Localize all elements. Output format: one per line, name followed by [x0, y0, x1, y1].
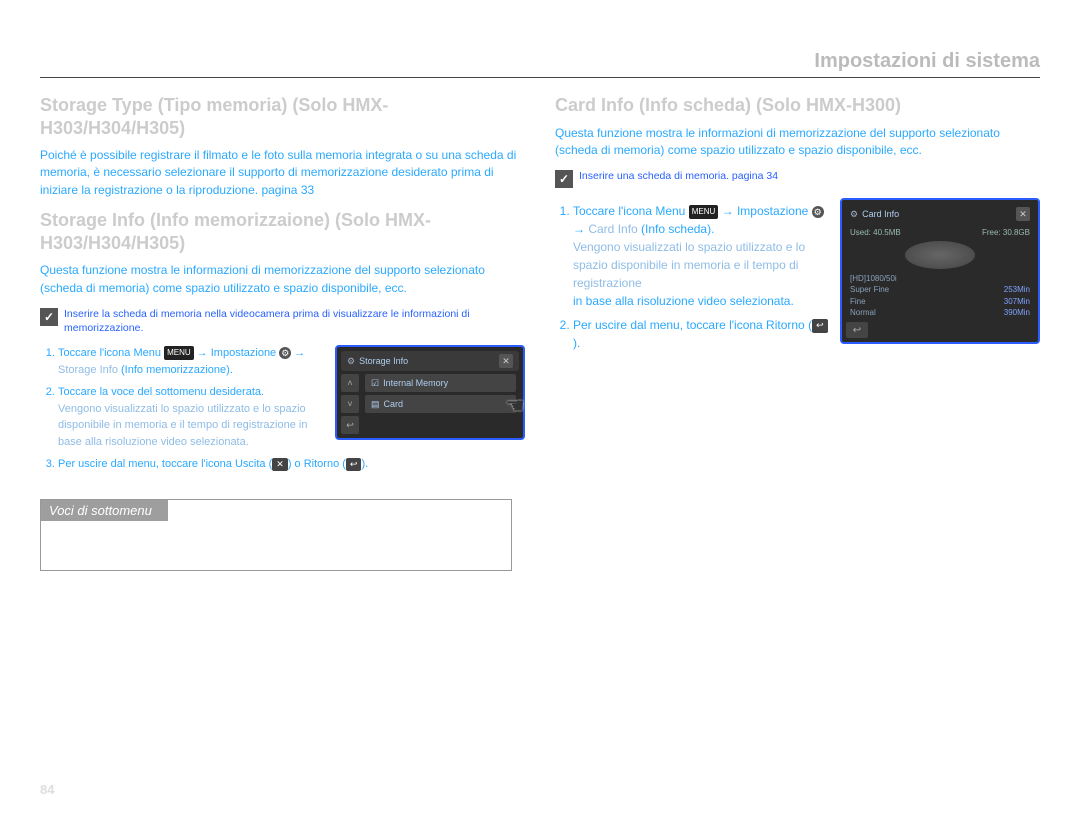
close-icon[interactable]: ✕ [1016, 207, 1030, 221]
card-info-screenshot: ⚙ Card Info ✕ Used: 40.5MB Free: 30.8GB … [840, 198, 1040, 344]
step-1-d: (Info memorizzazione). [121, 364, 233, 376]
return-icon: ↩ [346, 458, 362, 472]
step-2-sub: Vengono visualizzati lo spazio utilizzat… [58, 403, 307, 448]
row3-label: Fine [850, 296, 866, 307]
check-icon [555, 170, 573, 188]
row4-val: 390Min [1004, 308, 1030, 317]
step-1-d: (Info scheda). [641, 222, 714, 236]
menu-icon: MENU [689, 205, 719, 219]
row1-label: [HD]1080/50i [850, 273, 897, 284]
row4-label: Normal [850, 307, 876, 318]
option-card[interactable]: ▤ Card [365, 395, 516, 413]
check-icon: ☑ [371, 378, 379, 389]
step-1-sub: Vengono visualizzati lo spazio utilizzat… [573, 240, 805, 290]
free-label: Free: 30.8GB [982, 228, 1030, 237]
step-2-text: Per uscire dal menu, toccare l'icona Rit… [573, 318, 805, 332]
close-icon[interactable]: ✕ [499, 354, 513, 368]
step-1-a: Toccare l'icona Menu [573, 204, 685, 218]
note-text-left: Inserire la scheda di memoria nella vide… [64, 307, 525, 335]
return-icon: ↩ [812, 319, 828, 333]
gear-icon: ⚙ [850, 209, 858, 220]
gear-icon: ⚙ [812, 206, 824, 218]
step-1-c: Card Info [588, 222, 637, 236]
storage-type-description: Poiché è possibile registrare il filmato… [40, 147, 525, 199]
option-internal-memory-label: Internal Memory [383, 378, 448, 388]
ss-title-row: ⚙ Storage Info [347, 356, 408, 367]
note-insert-card-left: Inserire la scheda di memoria nella vide… [40, 307, 525, 335]
back-button[interactable]: ↩ [846, 322, 868, 338]
page-header: Impostazioni di sistema [40, 50, 1040, 78]
section-title-storage-info: Storage Info (Info memorizzaione) (Solo … [40, 209, 525, 254]
option-internal-memory[interactable]: ☑ Internal Memory [365, 374, 516, 392]
row2-val: 253Min [1004, 285, 1030, 294]
recording-times-list: [HD]1080/50i Super Fine 253Min Fine 307Min… [846, 273, 1034, 318]
step-3-b: o Ritorno [295, 458, 340, 470]
note-insert-card-right: Inserire una scheda di memoria. pagina 3… [555, 169, 1040, 188]
gear-icon: ⚙ [347, 356, 355, 367]
step-3: Per uscire dal menu, toccare l'icona Usc… [58, 456, 525, 473]
sd-icon: ▤ [371, 399, 380, 410]
hand-pointer-icon: ☚ [505, 393, 525, 419]
left-column: Storage Type (Tipo memoria) (Solo HMX-H3… [40, 90, 525, 571]
submenu-box-header: Voci di sottomenu [41, 500, 168, 521]
card-info-description: Questa funzione mostra le informazioni d… [555, 125, 1040, 160]
section-title-card-info: Card Info (Info scheda) (Solo HMX-H300) [555, 94, 1040, 117]
step-1-tail: in base alla risoluzione video seleziona… [573, 294, 794, 308]
step-1-b: Impostazione [737, 204, 808, 218]
section-title-storage-type-a: Storage Type (Tipo memoria) (Solo [40, 95, 337, 115]
content-columns: Storage Type (Tipo memoria) (Solo HMX-H3… [40, 90, 1040, 571]
ss-card-title-text: Card Info [862, 209, 899, 219]
note-text-right: Inserire una scheda di memoria. pagina 3… [579, 169, 778, 183]
step-1-b: Impostazione [211, 347, 276, 359]
storage-info-description: Questa funzione mostra le informazioni d… [40, 262, 525, 297]
used-label: Used: 40.5MB [850, 228, 901, 237]
step-2-text: Toccare la voce del sottomenu desiderata… [58, 386, 264, 398]
ss-title: Storage Info [359, 356, 408, 366]
check-icon [40, 308, 58, 326]
back-button[interactable]: ↩ [341, 416, 359, 434]
page-number: 84 [40, 782, 54, 797]
gear-icon: ⚙ [279, 347, 291, 359]
section-title-storage-type: Storage Type (Tipo memoria) (Solo HMX-H3… [40, 94, 525, 139]
exit-icon: ✕ [272, 458, 288, 472]
step-1-a: Toccare l'icona Menu [58, 347, 161, 359]
disk-graphic [905, 241, 975, 269]
step-1-c: Storage Info [58, 364, 118, 376]
row3-val: 307Min [1004, 297, 1030, 306]
menu-icon: MENU [164, 346, 194, 360]
submenu-box: Voci di sottomenu [40, 499, 512, 571]
row2-label: Super Fine [850, 284, 889, 295]
down-button[interactable]: ˅ [341, 395, 359, 413]
right-column: Card Info (Info scheda) (Solo HMX-H300) … [555, 90, 1040, 571]
step-3-a: Per uscire dal menu, toccare l'icona Usc… [58, 458, 266, 470]
option-card-label: Card [384, 399, 404, 409]
up-button[interactable]: ˄ [341, 374, 359, 392]
storage-info-screenshot: ⚙ Storage Info ✕ ˄ ☑ Internal Memory ˅ ▤ [335, 345, 525, 440]
